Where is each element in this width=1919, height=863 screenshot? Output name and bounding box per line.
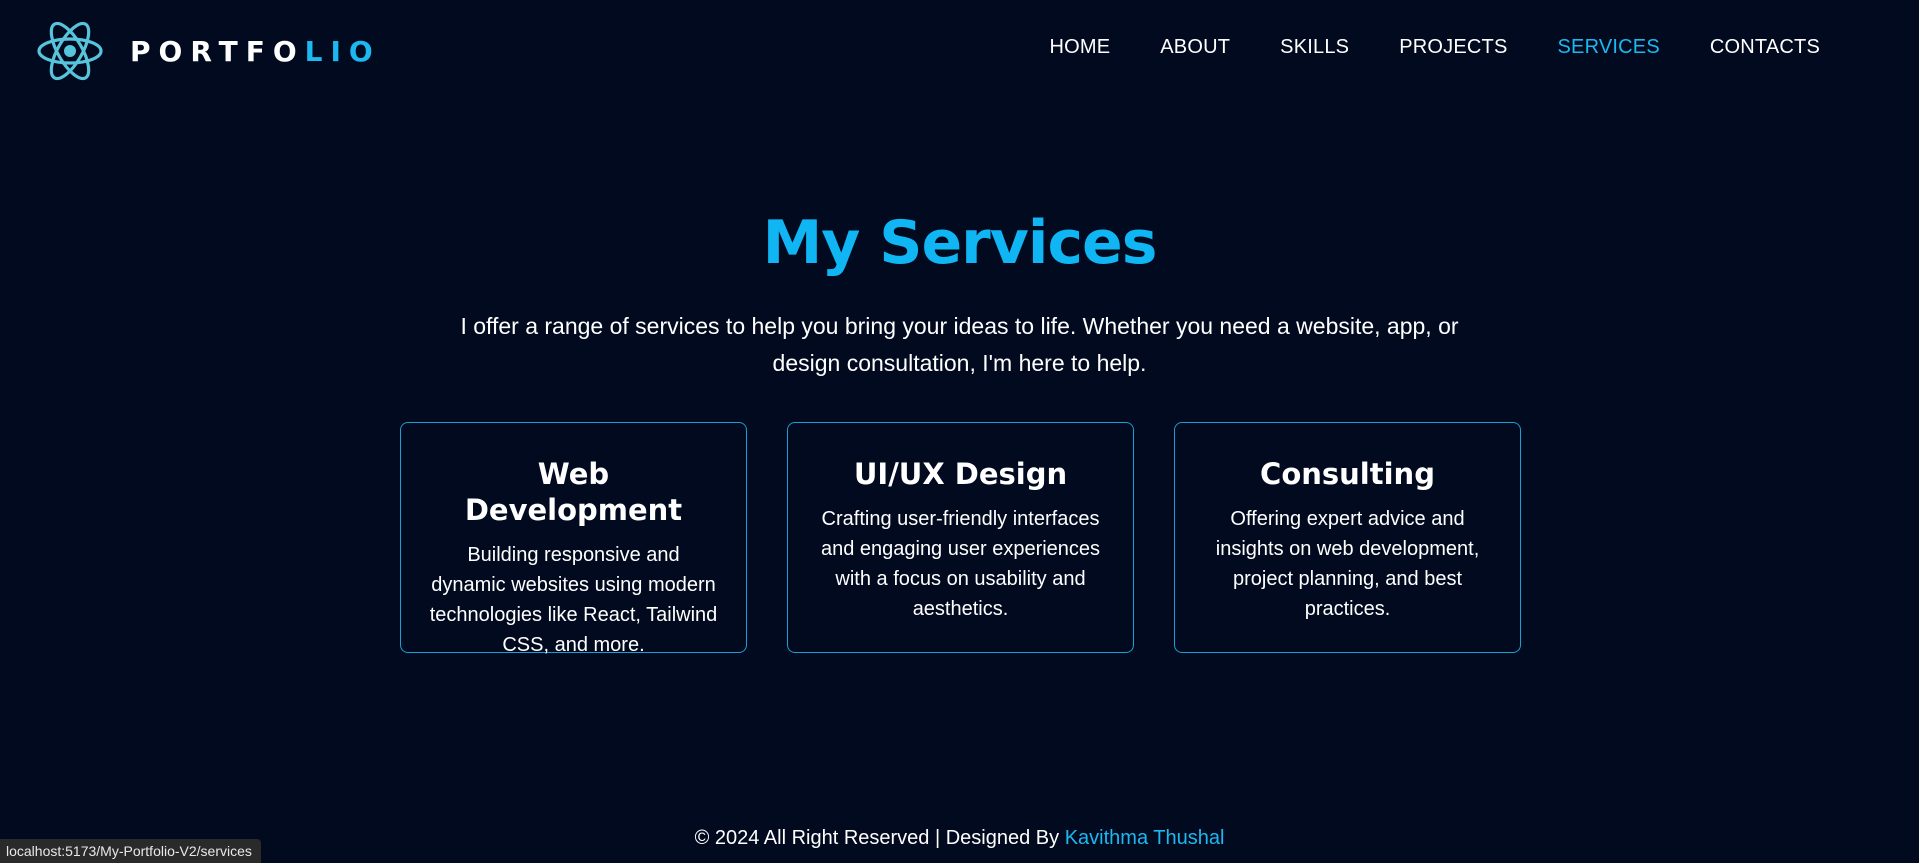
services-section: My Services I offer a range of services … bbox=[0, 200, 1919, 656]
nav-contacts[interactable]: CONTACTS bbox=[1685, 34, 1845, 61]
service-card-consulting: Consulting Offering expert advice and in… bbox=[1174, 422, 1521, 653]
service-card-ui-ux-design: UI/UX Design Crafting user-friendly inte… bbox=[787, 422, 1134, 653]
page-title: My Services bbox=[762, 208, 1158, 278]
logo-link[interactable]: PORTFOLIO bbox=[36, 18, 381, 84]
nav-home[interactable]: HOME bbox=[1024, 34, 1135, 61]
main-nav: HOME ABOUT SKILLS PROJECTS SERVICES CONT… bbox=[1024, 34, 1845, 61]
nav-services[interactable]: SERVICES bbox=[1532, 34, 1684, 61]
service-card-title: Consulting bbox=[1260, 457, 1435, 491]
status-url-bar: localhost:5173/My-Portfolio-V2/services bbox=[0, 839, 261, 863]
service-cards: Web Development Building responsive and … bbox=[400, 422, 1521, 656]
react-atom-icon bbox=[37, 21, 103, 81]
logo-text-main: PORTFO bbox=[130, 34, 305, 68]
site-footer: © 2024 All Right Reserved | Designed By … bbox=[0, 824, 1919, 852]
services-intro: I offer a range of services to help you … bbox=[460, 313, 1459, 376]
logo-text: PORTFOLIO bbox=[130, 35, 381, 68]
service-card-title: UI/UX Design bbox=[853, 457, 1068, 491]
nav-about[interactable]: ABOUT bbox=[1135, 34, 1255, 61]
page: PORTFOLIO HOME ABOUT SKILLS PROJECTS SER… bbox=[0, 0, 1919, 863]
site-header: PORTFOLIO HOME ABOUT SKILLS PROJECTS SER… bbox=[0, 0, 1919, 96]
service-card-description: Offering expert advice and insights on w… bbox=[1215, 508, 1480, 620]
service-card-description: Building responsive and dynamic websites… bbox=[429, 544, 718, 656]
nav-projects[interactable]: PROJECTS bbox=[1374, 34, 1532, 61]
service-card-description: Crafting user-friendly interfaces and en… bbox=[820, 508, 1101, 620]
nav-skills[interactable]: SKILLS bbox=[1255, 34, 1374, 61]
logo-text-accent: LIO bbox=[304, 34, 381, 68]
service-card-title: Web Development bbox=[464, 457, 683, 527]
service-card-web-development: Web Development Building responsive and … bbox=[400, 422, 747, 656]
footer-copyright: © 2024 All Right Reserved | Designed By bbox=[694, 827, 1065, 849]
footer-author-link[interactable]: Kavithma Thushal bbox=[1065, 827, 1225, 849]
